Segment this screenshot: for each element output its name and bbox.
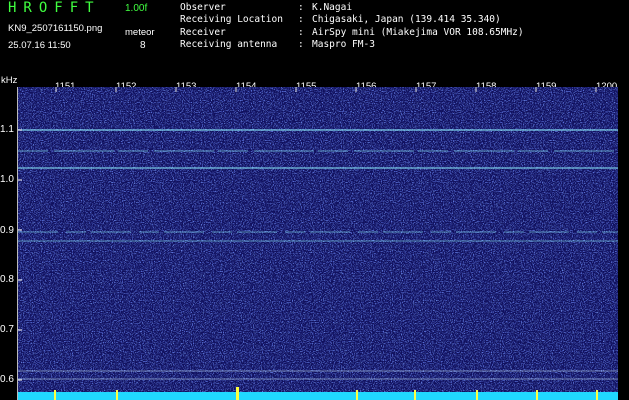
info-key: Receiving Location [180, 14, 283, 26]
y-tick-label: 0.8 [0, 274, 14, 285]
info-key: Receiver [180, 26, 226, 38]
meteor-count: 8 [140, 40, 146, 51]
info-block: Observer: K.Nagai Receiving Location: Chig… [180, 2, 524, 51]
meteor-label: meteor [125, 27, 155, 38]
info-row-location: Receiving Location: Chigasaki, Japan (139… [180, 14, 501, 26]
app-title: HROFFT [8, 0, 101, 16]
info-value: Chigasaki, Japan (139.414 35.340) [312, 14, 501, 26]
y-tick-label: 1.0 [0, 174, 14, 185]
info-value: Maspro FM-3 [312, 38, 375, 50]
header-panel: HROFFT 1.00f KN9_2507161150.png 25.07.16… [0, 0, 629, 74]
info-key: Receiving antenna [180, 38, 278, 50]
filename-label: KN9_2507161150.png [8, 23, 103, 34]
spectrogram [18, 87, 618, 400]
info-value: AirSpy mini (Miakejima VOR 108.65MHz) [312, 26, 524, 38]
info-row-observer: Observer: K.Nagai [180, 2, 353, 13]
noise-speckle-layer [18, 87, 618, 400]
bottom-detection-band [18, 392, 618, 400]
y-tick-label: 0.6 [0, 374, 14, 385]
info-value: K.Nagai [312, 2, 353, 13]
timestamp-label: 25.07.16 11:50 [8, 40, 71, 51]
y-axis-unit: kHz [1, 75, 18, 86]
y-tick-label: 0.7 [0, 324, 14, 335]
y-tick-label: 0.9 [0, 225, 14, 236]
info-row-receiver: Receiver: AirSpy mini (Miakejima VOR 108.… [180, 26, 524, 38]
info-row-antenna: Receiving antenna: Maspro FM-3 [180, 38, 375, 50]
y-tick-label: 1.1 [0, 124, 14, 135]
version-label: 1.00f [125, 3, 148, 14]
spectrogram-canvas [18, 87, 618, 400]
info-key: Observer [180, 2, 226, 13]
